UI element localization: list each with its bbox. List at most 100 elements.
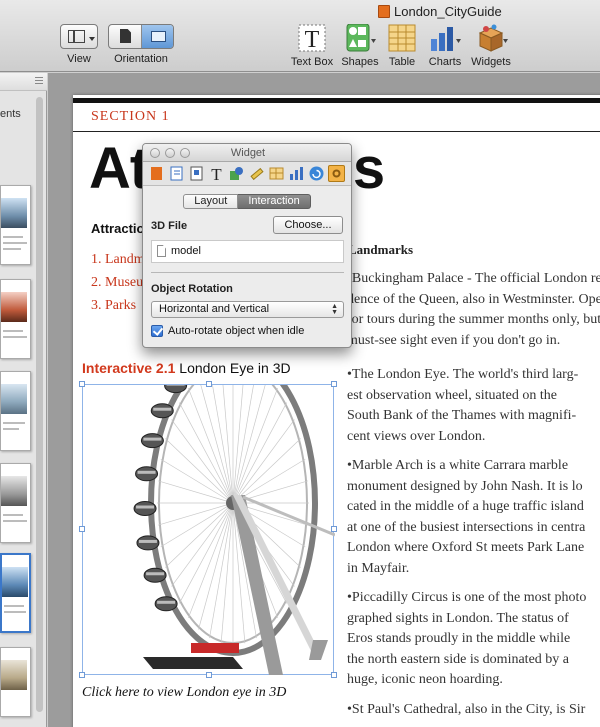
charts-label: Charts (428, 56, 462, 68)
rotation-select-value: Horizontal and Vertical (159, 303, 270, 315)
body-line: South Bank of the Thames with magnifi- (347, 408, 577, 423)
choose-file-button[interactable]: Choose... (273, 216, 343, 234)
metrics-inspector-icon[interactable] (248, 165, 265, 182)
graphic-inspector-icon[interactable] (228, 165, 245, 182)
body-line: •Piccadilly Circus is one of the most ph… (347, 590, 587, 605)
interactive-title: London Eye in 3D (179, 360, 291, 376)
body-line: graphed sights in London. The status of (347, 610, 569, 626)
body-line: Eros stands proudly in the middle while (347, 631, 571, 646)
text-inspector-icon[interactable]: T (208, 165, 225, 184)
inspector-titlebar[interactable]: Widget (143, 144, 351, 162)
page-thumbnail[interactable] (0, 463, 31, 543)
resize-handle[interactable] (206, 381, 212, 387)
portrait-orientation-icon[interactable] (109, 25, 141, 48)
body-paragraph: •St Paul's Cathedral, also in the City, … (347, 700, 600, 721)
textbox-icon[interactable]: T (295, 24, 329, 53)
resize-handle[interactable] (331, 526, 337, 532)
view-control[interactable] (60, 24, 98, 49)
resize-handle[interactable] (79, 526, 85, 532)
body-paragraph: •Piccadilly Circus is one of the most ph… (347, 588, 600, 691)
table-inspector-icon[interactable] (268, 165, 285, 182)
file-heading: 3D File (151, 220, 188, 232)
widgets-icon[interactable] (474, 24, 508, 52)
charts-icon[interactable] (428, 24, 462, 52)
inspector-title: Widget (230, 147, 266, 159)
3d-widget-frame[interactable] (79, 381, 337, 678)
window-title: London_CityGuide (378, 4, 502, 19)
wrap-inspector-icon[interactable] (188, 165, 205, 182)
resize-handle[interactable] (79, 672, 85, 678)
page-thumbnail[interactable] (0, 185, 31, 265)
page-thumbnail[interactable] (0, 647, 31, 717)
view-label: View (67, 53, 91, 65)
autorotate-checkbox[interactable] (151, 325, 163, 337)
window-title-text: London_CityGuide (394, 4, 502, 19)
tab-interaction[interactable]: Interaction (238, 194, 311, 209)
body-line: est observation wheel, situated on the (347, 387, 557, 403)
body-line: huge, iconic neon hoarding. (347, 672, 503, 687)
sidebar-label: ents (0, 108, 21, 120)
body-paragraph: •Buckingham Palace - The official London… (347, 269, 600, 351)
body-line: •The London Eye. The world's third larg- (347, 367, 579, 382)
body-line: •Marble Arch is a white Carrara marble (347, 458, 569, 473)
orientation-segments[interactable] (108, 24, 174, 49)
london-eye-3d-model[interactable] (83, 385, 335, 676)
body-line: dence of the Queen, also in Westminster.… (347, 291, 600, 307)
view-icon[interactable] (61, 25, 97, 48)
link-inspector-icon[interactable] (308, 165, 325, 182)
column-heading[interactable]: Landmarks (348, 242, 413, 258)
body-line: London where Oxford St meets Park Lane (347, 540, 585, 555)
tab-layout[interactable]: Layout (183, 194, 239, 209)
widget-inspector-icon[interactable] (328, 165, 345, 182)
body-line: •St Paul's Cathedral, also in the City, … (347, 701, 586, 717)
body-paragraph: •The London Eye. The world's third larg-… (347, 365, 600, 447)
table-label: Table (388, 56, 416, 68)
resize-handle[interactable] (331, 672, 337, 678)
landscape-orientation-icon[interactable] (141, 25, 173, 48)
table-icon[interactable] (385, 24, 419, 52)
interactive-caption[interactable]: Interactive 2.1 London Eye in 3D (82, 360, 291, 376)
resize-handle[interactable] (79, 381, 85, 387)
resize-handle[interactable] (331, 381, 337, 387)
sidebar-grip-icon[interactable] (35, 77, 43, 84)
sidebar-scrollbar[interactable] (36, 97, 43, 712)
page-thumbnail[interactable] (0, 279, 31, 359)
body-line: in Mayfair. (347, 560, 410, 576)
autorotate-option[interactable]: Auto-rotate object when idle (151, 325, 304, 337)
document-icon (378, 5, 390, 18)
orientation-label: Orientation (114, 53, 168, 65)
view-button[interactable]: View (60, 24, 98, 65)
shapes-icon[interactable] (343, 23, 377, 52)
body-text-column[interactable]: •Buckingham Palace - The official London… (347, 269, 600, 727)
page-thumbnail-selected[interactable] (0, 553, 31, 633)
svg-text:T: T (211, 165, 222, 182)
section-label[interactable]: SECTION 1 (91, 109, 170, 125)
toolbar: London_CityGuide View Orientation T Text… (0, 0, 600, 72)
widget-caption[interactable]: Click here to view London eye in 3D (82, 685, 286, 701)
resize-handle[interactable] (206, 672, 212, 678)
model-file-name: model (171, 245, 201, 257)
section-rule (73, 131, 600, 132)
layout-inspector-icon[interactable] (168, 165, 185, 182)
widgets-button[interactable]: Widgets (468, 24, 514, 68)
body-line: for tours during the summer months only,… (347, 312, 600, 327)
body-paragraph: •Marble Arch is a white Carrara marble m… (347, 456, 600, 579)
autorotate-label: Auto-rotate object when idle (168, 325, 305, 337)
chart-inspector-icon[interactable] (288, 165, 305, 182)
charts-button[interactable]: Charts (425, 24, 465, 68)
textbox-label: Text Box (290, 56, 334, 68)
orientation-control[interactable]: Orientation (108, 24, 174, 65)
document-inspector-icon[interactable] (148, 165, 165, 182)
inspector-tabs: Layout Interaction (143, 194, 351, 209)
page-thumbnails-sidebar: ents (0, 73, 47, 727)
separator (151, 272, 344, 273)
rotation-select[interactable]: Horizontal and Vertical ▲ ▼ (151, 301, 344, 318)
body-line: cent views over London. (347, 428, 486, 444)
sidebar-header (0, 73, 47, 91)
table-button[interactable]: Table (384, 24, 420, 68)
page-thumbnail[interactable] (0, 371, 31, 451)
interactive-label: Interactive 2.1 (82, 360, 176, 376)
shapes-button[interactable]: Shapes (340, 23, 380, 68)
textbox-button[interactable]: T Text Box (290, 24, 334, 68)
model-file-field[interactable]: model (151, 240, 344, 263)
